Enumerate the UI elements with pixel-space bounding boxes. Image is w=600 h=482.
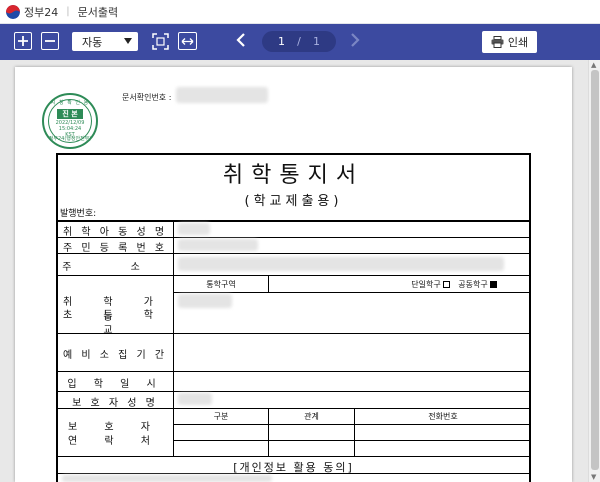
total-pages: 1 [312,35,320,48]
row-divider [174,440,531,441]
guardian-contact-line2: 연 락 처 [68,436,162,447]
guardian-contact-line1: 보 호 자 [68,422,162,433]
pre-call-period-label: 예 비 소 집 기 간 [62,350,168,361]
resident-number-label: 주 민 등 록 번 호 [62,243,168,254]
title-separator: | [66,6,70,17]
zoom-in-icon [18,36,28,46]
school-zone-label: 통학구역 [206,280,236,289]
row-divider [174,424,531,425]
redacted-address [178,257,504,271]
scroll-down-icon[interactable]: ▼ [591,473,596,481]
printer-icon [491,36,504,48]
gov24-logo-icon [6,4,20,19]
school-type-options: 단일학구 공동학구 [380,279,530,290]
viewer-toolbar: 자동 1 / 1 인쇄 [0,24,600,60]
redacted-school-name [178,294,232,308]
guardian-name-label: 보 호 자 성 명 [72,398,158,409]
current-page-input[interactable]: 1 [278,35,285,48]
zoom-in-button[interactable] [14,32,32,50]
form-title: 취학통지서 [222,163,365,188]
single-school-checkbox [442,281,450,288]
redacted-doc-number [176,87,268,103]
scroll-up-icon[interactable]: ▲ [591,61,596,69]
school-label-line2: 초 등 학 교 [63,310,167,336]
row-divider [56,371,531,372]
entrance-date-label: 입 학 일 시 [67,379,163,390]
app-name: 정부24 [24,5,59,19]
zoom-out-icon [45,40,55,42]
redacted-guardian-name [178,393,212,405]
next-page-icon [351,33,360,47]
redacted-child-name [178,223,210,235]
single-school-label: 단일학구 [411,280,441,289]
stamp-bottom-text: 정부24(행정안전부) [48,136,92,142]
fit-width-icon [181,37,194,45]
address-label: 주 소 [62,262,168,273]
fit-page-button[interactable] [151,32,169,50]
col-phone-header: 전화번호 [428,412,458,421]
joint-school-label: 공동학구 [458,280,488,289]
joint-school-checkbox [489,281,497,288]
print-label: 인쇄 [507,36,529,49]
consent-heading: [개인정보 활용 동의] [233,461,354,474]
row-divider [56,456,531,457]
stamp-top-text: 시 청 확 인 용 [50,100,90,106]
col-relation-header: 관계 [304,412,319,421]
zoom-select[interactable]: 자동 [72,32,138,51]
doc-label: 문서출력 [77,5,119,19]
col-division-header: 구분 [213,412,229,421]
row-divider [174,292,531,293]
form-subtitle: (학교제출용) [244,194,343,209]
doc-confirm-label: 문서확인번호 : [122,93,172,102]
authenticity-stamp: 시 청 확 인 용 진 본 2022/12/09 15:04:24 KST 정부… [42,93,98,149]
row-divider [56,391,531,392]
zoom-out-button[interactable] [41,32,59,50]
title-bar: 정부24 | 문서출력 [0,0,600,24]
print-button[interactable]: 인쇄 [482,31,537,53]
zoom-select-value: 자동 [82,35,103,49]
prev-page-button[interactable] [236,32,246,52]
page-indicator: 1 / 1 [262,31,336,52]
chevron-down-icon [124,38,132,44]
redacted-resident-number [178,239,258,251]
redacted-consent-text [62,475,272,482]
fit-width-button[interactable] [178,32,197,50]
row-divider [56,275,531,276]
fit-page-icon [151,32,169,50]
child-name-label: 취 학 아 동 성 명 [62,227,168,238]
next-page-button[interactable] [350,32,360,52]
scrollbar-thumb[interactable] [591,70,599,470]
page-separator: / [297,35,301,48]
stamp-main-text: 진 본 [57,109,83,119]
prev-page-icon [236,33,245,47]
vertical-scrollbar[interactable]: ▲ ▼ [588,60,600,482]
issue-number-label: 발행번호: [60,209,97,219]
table-top-border [56,220,531,222]
zone-column-divider [268,276,269,293]
